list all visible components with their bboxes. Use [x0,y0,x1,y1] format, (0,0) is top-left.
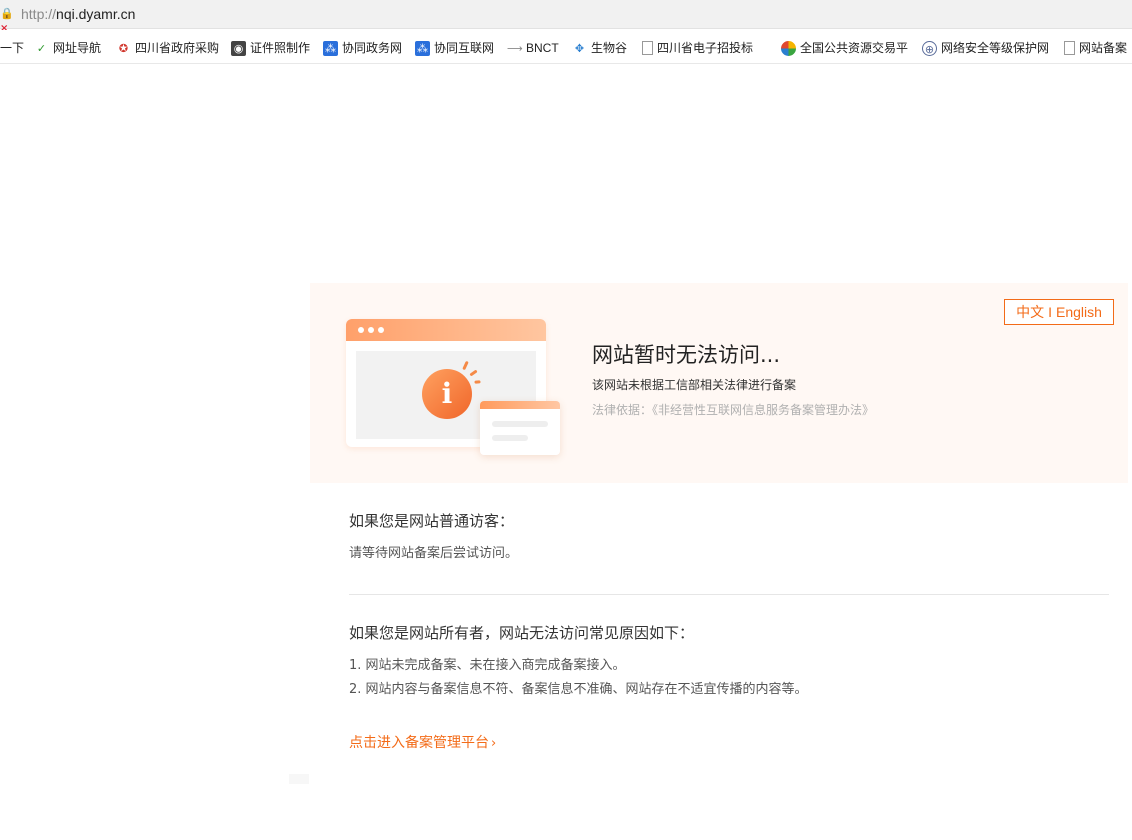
camera-icon: ◉ [231,40,246,56]
bookmark-label: 一下 [0,41,25,55]
hao-icon: ✓ [36,41,47,55]
bookmark-label: 生物谷 [591,41,628,55]
address-bar[interactable]: 🔒× http://nqi.dyamr.cn [0,0,1132,34]
arrow-icon: ⟶ [507,41,523,55]
page-title: 网站暂时无法访问... [592,343,781,367]
document-icon [642,41,653,55]
lang-separator: I [1048,304,1052,320]
bookmark-item[interactable]: ⁂ 协同政务网 [323,39,402,57]
bookmark-item[interactable]: ⟶ BNCT [507,39,559,57]
language-switch[interactable]: 中文 I English [1004,299,1114,325]
notice-banner: 中文 I English i 网站暂时无法访问... 该网站未根据工信部相关法律进行… [310,283,1128,483]
globe-icon: ⊕ [922,40,937,56]
bookmark-item[interactable]: ⁂ 协同互联网 [415,39,494,57]
visitor-text: 请等待网站备案后尝试访问。 [349,546,519,561]
window-dot [358,327,364,333]
bookmark-label: 网站备案 [1079,41,1128,55]
legal-basis: 法律依据：《非经营性互联网信息服务备案管理办法》 [592,403,875,417]
footer-shade [289,774,309,784]
window-title-bar [346,319,546,341]
info-icon: i [422,369,472,419]
bookmark-item[interactable]: ✥ 生物谷 [572,39,627,57]
card-bar [480,401,560,409]
xietong-icon: ⁂ [323,40,338,56]
bookmark-item[interactable]: 网站备案 [1064,39,1127,57]
bookmark-label: 全国公共资源交易平 [800,41,908,55]
bookmark-label: 四川省电子招投标 [657,41,754,55]
window-dot [378,327,384,333]
beian-link-label: 点击进入备案管理平台 [349,735,489,751]
owner-heading: 如果您是网站所有者，网站无法访问常见原因如下： [349,624,695,642]
reason-item: 1. 网站未完成备案、未在接入商完成备案接入。 [349,658,626,673]
document-icon [1064,41,1075,55]
lang-en-option[interactable]: English [1056,304,1102,320]
divider [349,594,1109,595]
bookmark-item[interactable]: ◉ 证件照制作 [231,39,310,57]
lang-zh-option[interactable]: 中文 [1016,304,1044,320]
bookmark-label: 网络安全等级保护网 [941,41,1050,55]
bookmark-item[interactable]: 四川省电子招投标 [642,39,753,57]
bookmark-item[interactable]: ✓ 网址导航 [34,39,101,57]
notice-subtitle: 该网站未根据工信部相关法律进行备案 [592,378,797,392]
bookmark-label: 网址导航 [53,41,102,55]
bookmark-label: 协同政务网 [342,41,403,55]
bookmark-item[interactable]: ⊕ 网络安全等级保护网 [922,39,1049,57]
bookmarks-bar: 一下 ✓ 网址导航 ✪ 四川省政府采购 ◉ 证件照制作 ⁂ 协同政务网 ⁂ 协同… [0,30,1132,64]
bookmark-label: 协同互联网 [434,41,495,55]
diamond-icon: ✥ [574,41,585,55]
card-illustration [480,401,560,455]
card-line [492,421,548,427]
emblem-icon: ✪ [118,41,129,55]
bookmark-item[interactable]: ✪ 四川省政府采购 [116,39,219,57]
ring-icon [781,40,796,56]
beian-platform-link[interactable]: 点击进入备案管理平台 › [349,733,496,754]
bookmark-item[interactable]: 一下 [0,39,24,57]
reason-item: 2. 网站内容与备案信息不符、备案信息不准确、网站存在不适宜传播的内容等。 [349,682,808,697]
card-line [492,435,528,441]
bookmark-label: 四川省政府采购 [135,41,220,55]
bookmark-label: 证件照制作 [250,41,311,55]
bookmark-item[interactable]: 全国公共资源交易平 [781,39,908,57]
bookmark-label: BNCT [526,41,559,55]
url-text[interactable]: http://nqi.dyamr.cn [21,5,135,23]
window-dot [368,327,374,333]
visitor-heading: 如果您是网站普通访客： [349,512,515,530]
insecure-lock-icon[interactable]: 🔒× [0,7,16,34]
xietong-icon: ⁂ [415,40,430,56]
browser-illustration: i [346,319,566,459]
chevron-right-icon: › [491,736,497,751]
info-ray [474,380,481,384]
